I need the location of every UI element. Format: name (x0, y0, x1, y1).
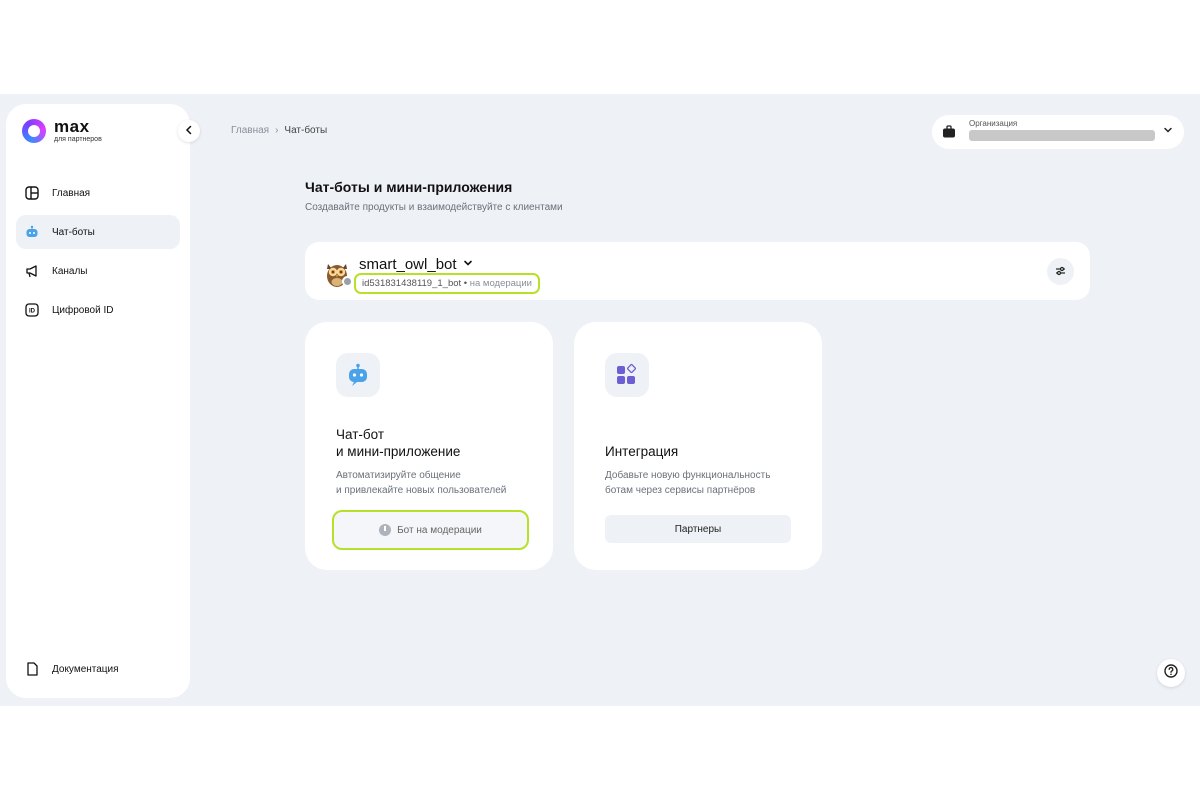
bot-icon (25, 225, 39, 239)
sidebar-item-home[interactable]: Главная (16, 176, 180, 210)
settings-button[interactable] (1047, 258, 1074, 285)
breadcrumb-separator: › (275, 125, 279, 136)
sliders-icon (1055, 263, 1066, 281)
bot-status: на модерации (469, 278, 532, 289)
help-button[interactable] (1157, 659, 1185, 687)
bot-id: id531831438119_1_bot (362, 278, 462, 289)
chatbot-card-icon (336, 353, 380, 397)
logo-subtitle: для партнеров (54, 136, 102, 143)
bot-selector-bar: smart_owl_bot id531831438119_1_bot • на … (305, 242, 1090, 300)
sidebar-item-label: Каналы (52, 265, 88, 277)
sidebar-item-chatbots[interactable]: Чат-боты (16, 215, 180, 249)
help-icon (1164, 663, 1178, 683)
sidebar-nav: Главная Чат-боты Каналы ID Цифровой ID (16, 176, 180, 332)
page-title: Чат-боты и мини-приложения (305, 179, 513, 195)
app-window: max для партнеров Главная Чат-боты Канал… (0, 94, 1200, 706)
bot-on-moderation-button[interactable]: Бот на модерации (332, 510, 529, 550)
breadcrumb-current: Чат-боты (284, 125, 328, 136)
megaphone-icon (25, 264, 39, 278)
integration-card-title: Интеграция (605, 444, 679, 459)
logo-mark-icon (22, 118, 46, 143)
partners-button-label: Партнеры (674, 523, 722, 535)
integration-card-description: Добавьте новую функциональность ботам че… (605, 470, 771, 496)
sidebar-item-channels[interactable]: Каналы (16, 254, 180, 288)
page-subtitle: Создавайте продукты и взаимодействуйте с… (305, 202, 563, 213)
sidebar-item-digital-id[interactable]: ID Цифровой ID (16, 293, 180, 327)
organization-value-redacted (969, 130, 1155, 141)
integration-card: Интеграция Добавьте новую функциональнос… (574, 322, 822, 570)
chatbot-card-description: Автоматизируйте общение и привлекайте но… (336, 470, 507, 496)
home-icon (25, 186, 39, 200)
organization-label: Организация (969, 119, 1018, 128)
document-icon (25, 662, 39, 676)
bot-id-status: id531831438119_1_bot • на модерации (354, 273, 540, 294)
sidebar-item-documentation[interactable]: Документация (16, 652, 180, 686)
sidebar-item-label: Чат-боты (52, 226, 95, 238)
partners-button[interactable]: Партнеры (605, 515, 791, 543)
organization-selector[interactable]: Организация (932, 115, 1184, 149)
clock-icon (379, 524, 392, 536)
chatbot-card: Чат-бот и мини-приложение Автоматизируйт… (305, 322, 553, 570)
breadcrumb-home[interactable]: Главная (231, 125, 269, 136)
chevron-down-icon (1162, 124, 1174, 139)
integration-card-icon (605, 353, 649, 397)
sidebar-item-label: Цифровой ID (52, 304, 114, 316)
sidebar: max для партнеров Главная Чат-боты Канал… (6, 104, 190, 698)
sidebar-item-label: Документация (52, 663, 119, 675)
status-clock-badge-icon (342, 276, 353, 287)
chevron-down-icon (463, 258, 473, 271)
breadcrumb: Главная › Чат-боты (231, 125, 327, 136)
chevron-left-icon (184, 124, 194, 138)
bot-on-moderation-label: Бот на модерации (397, 524, 482, 536)
collapse-sidebar-button[interactable] (178, 120, 200, 142)
logo-name: max (54, 117, 90, 136)
bot-name-dropdown[interactable]: smart_owl_bot (359, 256, 473, 273)
logo[interactable]: max для партнеров (22, 118, 102, 143)
svg-text:ID: ID (29, 309, 36, 315)
chatbot-card-title: Чат-бот и мини-приложение (336, 427, 461, 459)
id-icon: ID (25, 303, 39, 317)
bot-name: smart_owl_bot (359, 256, 457, 273)
briefcase-icon (942, 125, 956, 143)
bot-meta-separator: • (463, 278, 468, 289)
sidebar-item-label: Главная (52, 187, 91, 199)
